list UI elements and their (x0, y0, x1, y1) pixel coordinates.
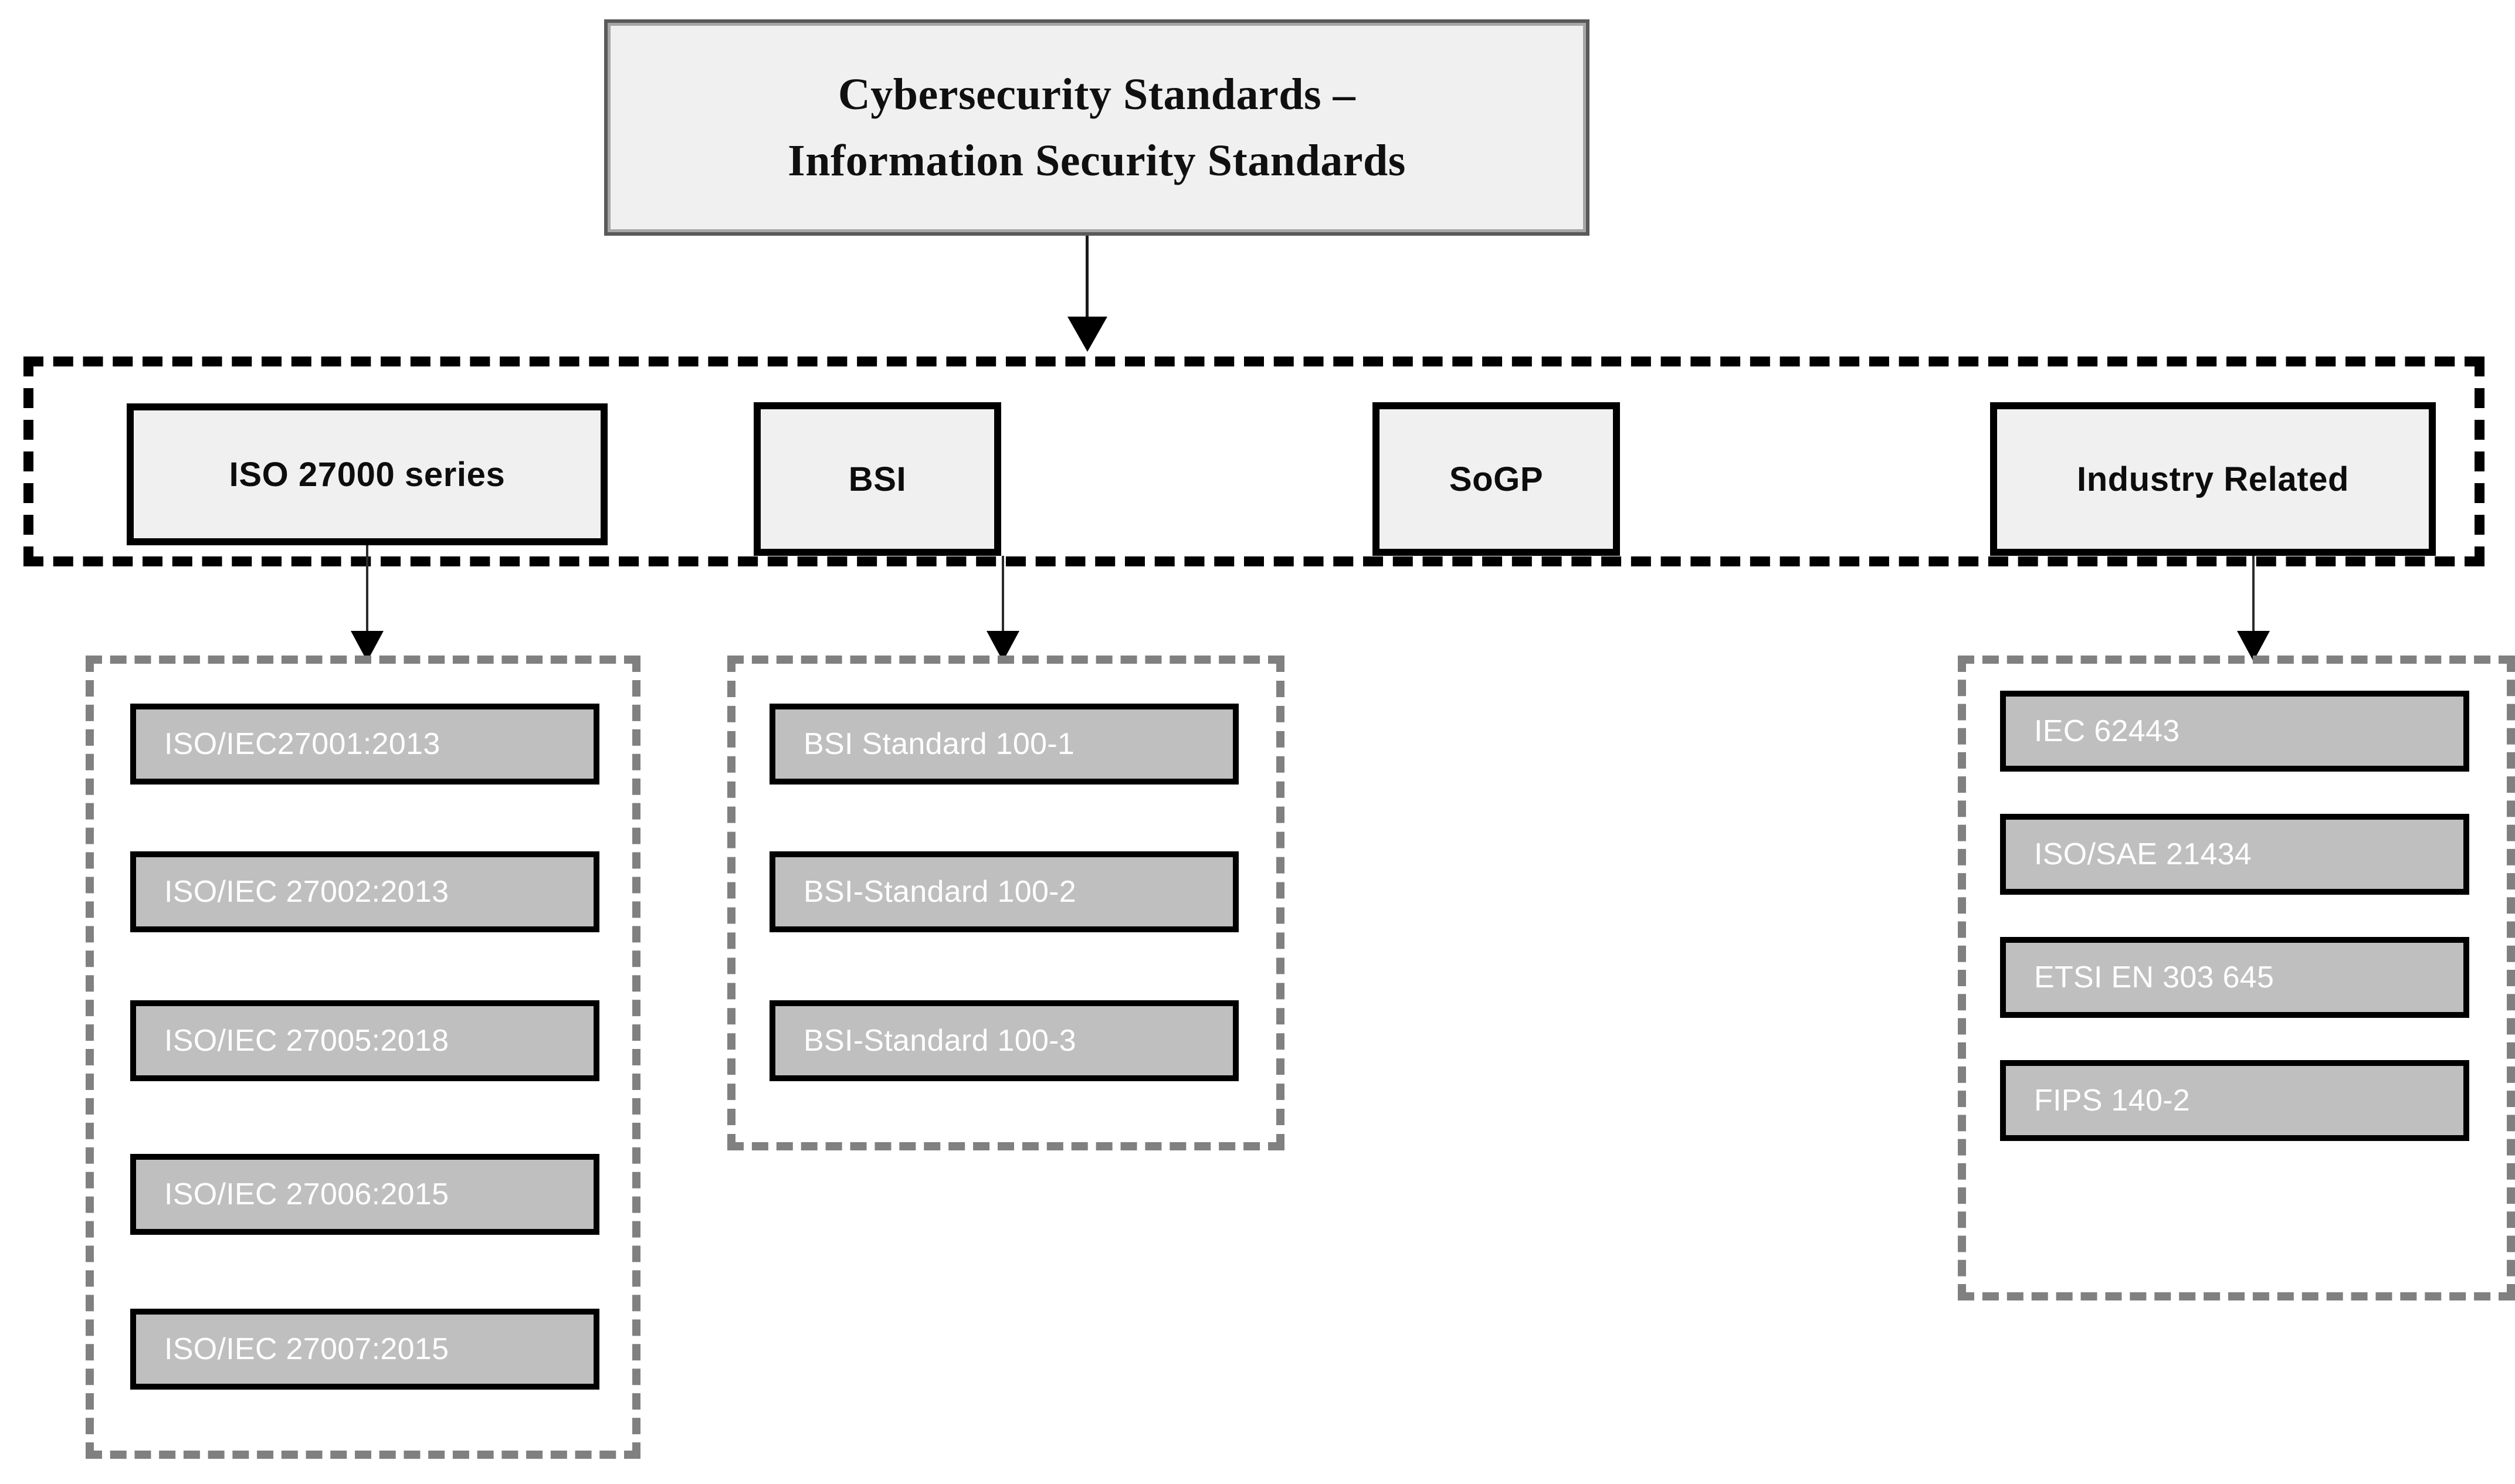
connector-bsi-to-group (1002, 556, 1004, 634)
item-label-iso-sae-21434: ISO/SAE 21434 (2034, 837, 2252, 871)
item-label-iec-62443: IEC 62443 (2034, 714, 2180, 748)
item-label-bsi-100-3: BSI-Standard 100-3 (804, 1024, 1077, 1058)
category-label-sogp: SoGP (1449, 460, 1544, 498)
diagram-canvas: Cybersecurity Standards – Information Se… (0, 0, 2515, 1484)
item-label-iso-27001: ISO/IEC27001:2013 (164, 727, 440, 761)
connector-industry-to-group (2252, 556, 2255, 634)
item-label-iso-27006: ISO/IEC 27006:2015 (164, 1177, 449, 1211)
item-box-fips-140-2[interactable]: FIPS 140-2 (2000, 1060, 2469, 1141)
root-title-line-2: Information Security Standards (788, 135, 1406, 185)
item-box-bsi-100-3[interactable]: BSI-Standard 100-3 (770, 1000, 1239, 1081)
item-label-etsi-en-303-645: ETSI EN 303 645 (2034, 960, 2275, 994)
root-title-box: Cybersecurity Standards – Information Se… (604, 19, 1589, 236)
category-box-iso-27000-series[interactable]: ISO 27000 series (127, 403, 608, 545)
connector-title-to-band (1086, 236, 1089, 321)
item-box-bsi-100-1[interactable]: BSI Standard 100-1 (770, 704, 1239, 785)
item-box-etsi-en-303-645[interactable]: ETSI EN 303 645 (2000, 937, 2469, 1018)
arrowhead-title-to-band (1067, 317, 1107, 352)
category-box-bsi[interactable]: BSI (754, 402, 1001, 556)
item-box-iso-27002[interactable]: ISO/IEC 27002:2013 (130, 851, 599, 932)
item-box-iso-27006[interactable]: ISO/IEC 27006:2015 (130, 1154, 599, 1235)
item-box-bsi-100-2[interactable]: BSI-Standard 100-2 (770, 851, 1239, 932)
item-box-iec-62443[interactable]: IEC 62443 (2000, 691, 2469, 772)
connector-iso-to-group (366, 545, 368, 634)
item-label-bsi-100-2: BSI-Standard 100-2 (804, 875, 1077, 909)
category-label-iso-27000-series: ISO 27000 series (229, 455, 506, 494)
root-title-line-1: Cybersecurity Standards – (838, 69, 1356, 119)
item-box-iso-27001[interactable]: ISO/IEC27001:2013 (130, 704, 599, 785)
category-label-industry-related: Industry Related (2076, 460, 2350, 498)
item-label-iso-27007: ISO/IEC 27007:2015 (164, 1332, 449, 1366)
item-box-iso-sae-21434[interactable]: ISO/SAE 21434 (2000, 814, 2469, 895)
item-label-iso-27002: ISO/IEC 27002:2013 (164, 875, 449, 909)
item-label-fips-140-2: FIPS 140-2 (2034, 1084, 2191, 1118)
item-label-bsi-100-1: BSI Standard 100-1 (804, 727, 1075, 761)
item-label-iso-27005: ISO/IEC 27005:2018 (164, 1024, 449, 1058)
category-label-bsi: BSI (848, 460, 907, 498)
category-box-sogp[interactable]: SoGP (1372, 402, 1620, 556)
item-box-iso-27005[interactable]: ISO/IEC 27005:2018 (130, 1000, 599, 1081)
category-box-industry-related[interactable]: Industry Related (1990, 402, 2436, 556)
item-box-iso-27007[interactable]: ISO/IEC 27007:2015 (130, 1309, 599, 1390)
